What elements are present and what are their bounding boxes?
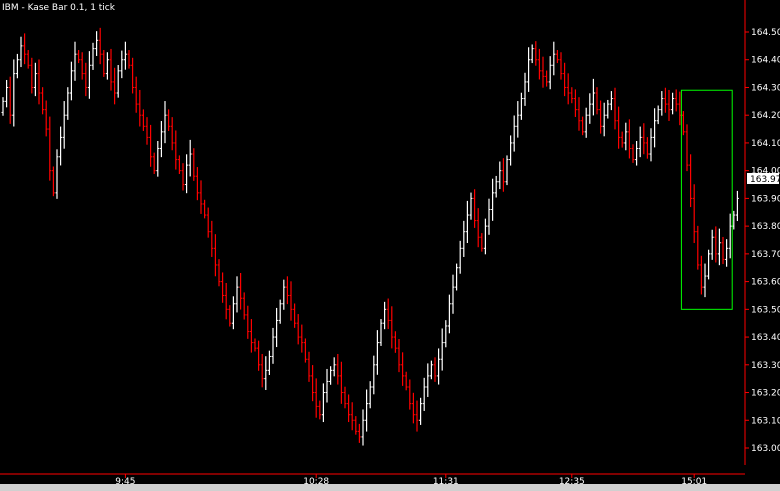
y-tick-label: 164.30 xyxy=(751,83,780,93)
plot-background xyxy=(0,0,780,491)
y-tick-label: 163.40 xyxy=(751,333,780,343)
y-tick-label: 163.00 xyxy=(751,444,780,454)
y-tick-label: 164.40 xyxy=(751,56,780,66)
y-tick-label: 163.30 xyxy=(751,361,780,371)
y-tick-label: 163.20 xyxy=(751,389,780,399)
y-tick-label: 163.80 xyxy=(751,222,780,232)
last-price-marker: 163.97 xyxy=(747,172,780,185)
bottom-scrollbar[interactable] xyxy=(0,484,780,491)
y-tick-label: 163.90 xyxy=(751,194,780,204)
y-tick-label: 163.70 xyxy=(751,250,780,260)
chart-title: IBM - Kase Bar 0.1, 1 tick xyxy=(2,3,116,13)
price-chart: IBM - Kase Bar 0.1, 1 tick 163.00 163.10 1… xyxy=(0,0,780,491)
y-tick-label: 164.10 xyxy=(751,139,780,149)
y-tick-label: 163.10 xyxy=(751,416,780,426)
y-tick-label: 163.60 xyxy=(751,278,780,288)
y-tick-label: 164.20 xyxy=(751,111,780,121)
y-tick-label: 163.50 xyxy=(751,305,780,315)
last-price-label: 163.97 xyxy=(750,175,780,185)
y-tick-label: 164.50 xyxy=(751,28,780,38)
